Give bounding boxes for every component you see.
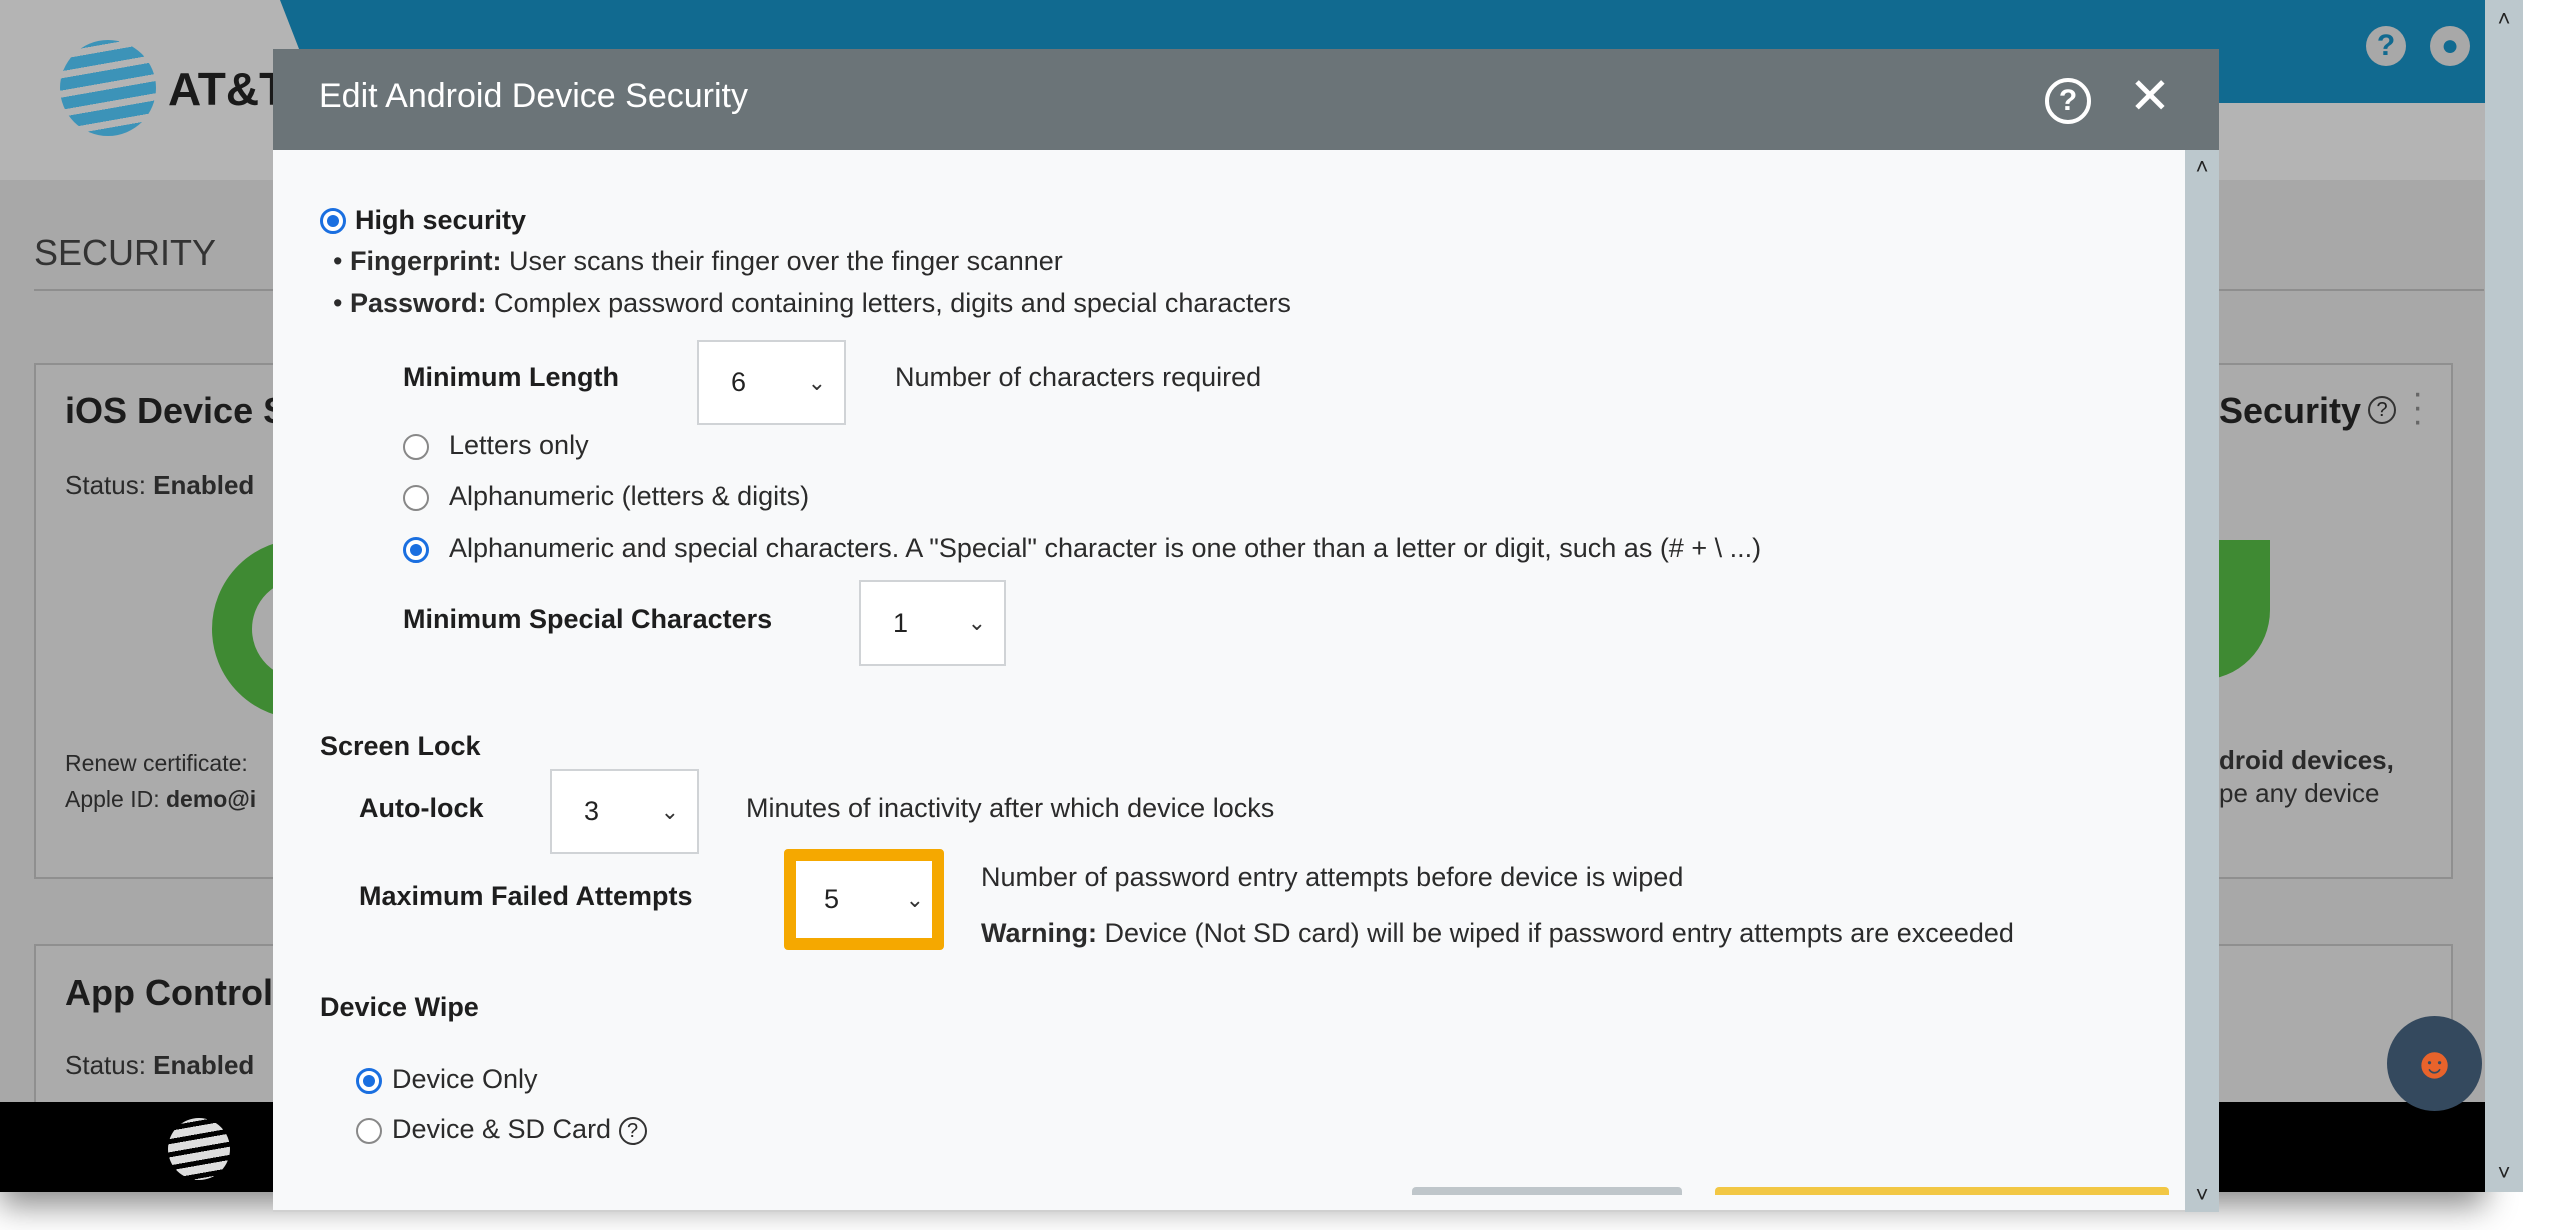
android-card-text-2: pe any device — [2219, 778, 2380, 808]
footer-att-logo — [168, 1118, 230, 1180]
cancel-button[interactable] — [1412, 1187, 1682, 1195]
max-failed-attempts-select[interactable]: 5 ⌄ — [784, 849, 944, 950]
high-security-radio[interactable] — [320, 208, 346, 234]
status-value: Enabled — [153, 1050, 255, 1080]
chevron-down-icon: ⌄ — [905, 886, 924, 912]
screen-lock-heading: Screen Lock — [320, 731, 481, 761]
scroll-down-icon[interactable]: ˅ — [2185, 1182, 2219, 1208]
android-card-title: Security — [2219, 390, 2362, 431]
max-failed-attempts-label: Maximum Failed Attempts — [359, 881, 693, 911]
device-sd-card-label: Device & SD Card — [392, 1114, 612, 1144]
device-only-radio[interactable] — [356, 1068, 382, 1094]
renew-certificate-label: Renew certificate: — [65, 750, 248, 776]
dialog-header: Edit Android Device Security ? ✕ — [273, 49, 2219, 150]
save-button[interactable] — [1715, 1187, 2169, 1195]
auto-lock-hint: Minutes of inactivity after which device… — [746, 793, 1275, 823]
warning-text: Device (Not SD card) will be wiped if pa… — [1104, 918, 2014, 948]
scroll-up-icon[interactable]: ˄ — [2185, 154, 2219, 180]
alphanumeric-label: Alphanumeric (letters & digits) — [449, 481, 810, 511]
auto-lock-label: Auto-lock — [359, 793, 484, 823]
close-icon[interactable]: ✕ — [2129, 67, 2171, 125]
letters-only-radio[interactable] — [403, 434, 429, 460]
help-icon[interactable]: ? — [618, 1116, 647, 1145]
device-only-label: Device Only — [392, 1064, 538, 1094]
selected-value: 6 — [731, 367, 747, 397]
att-globe-logo — [60, 40, 156, 136]
page-title: SECURITY — [34, 232, 217, 273]
fingerprint-text: User scans their finger over the finger … — [508, 246, 1063, 276]
warning-label: Warning: — [981, 918, 1097, 948]
device-wipe-heading: Device Wipe — [320, 992, 479, 1022]
dialog-title: Edit Android Device Security — [319, 77, 748, 115]
auto-lock-select[interactable]: 3 ⌄ — [550, 769, 699, 854]
bullet: • — [333, 246, 350, 276]
fingerprint-label: Fingerprint: — [349, 246, 502, 276]
android-card-text: droid devices, — [2219, 745, 2394, 775]
chevron-down-icon: ⌄ — [807, 369, 826, 395]
high-security-label: High security — [355, 205, 527, 235]
device-sd-card-radio[interactable] — [356, 1118, 382, 1144]
app-control-title: App Control — [65, 972, 273, 1013]
chevron-down-icon: ⌄ — [967, 610, 986, 635]
alphanumeric-special-label: Alphanumeric and special characters. A "… — [449, 533, 1762, 563]
bullet: • — [333, 288, 350, 318]
more-options-icon[interactable]: · · · — [2412, 376, 2423, 438]
selected-value: 3 — [584, 796, 600, 826]
password-text: Complex password containing letters, dig… — [494, 288, 1291, 318]
dialog-scrollbar[interactable]: ˄ ˅ — [2185, 150, 2219, 1212]
minimum-length-label: Minimum Length — [403, 362, 619, 392]
edit-android-security-dialog: Edit Android Device Security ? ✕ High se… — [273, 49, 2219, 1212]
status-label: Status: — [65, 470, 146, 500]
chevron-down-icon: ⌄ — [660, 798, 679, 824]
chat-assistant-avatar[interactable]: ☻ — [2387, 1016, 2482, 1111]
max-failed-hint: Number of password entry attempts before… — [981, 862, 1684, 892]
user-account-icon[interactable]: ● — [2430, 26, 2470, 66]
apple-id-value: demo@i — [166, 786, 257, 812]
scroll-down-icon[interactable]: ˅ — [2485, 1160, 2523, 1186]
status-label: Status: — [65, 1050, 146, 1080]
minimum-special-label: Minimum Special Characters — [403, 604, 773, 634]
apple-id-label: Apple ID: — [65, 786, 160, 812]
minimum-special-select[interactable]: 1 ⌄ — [859, 580, 1006, 666]
help-icon[interactable]: ? — [2368, 396, 2396, 424]
scroll-up-icon[interactable]: ˄ — [2485, 6, 2523, 32]
minimum-length-hint: Number of characters required — [895, 362, 1262, 392]
password-label: Password: — [349, 288, 487, 318]
brand-logo-text: AT&T — [168, 63, 288, 115]
status-value: Enabled — [153, 470, 255, 500]
dialog-body: High security • Fingerprint: User scans … — [273, 150, 2185, 1212]
help-icon[interactable]: ? — [2045, 78, 2091, 124]
selected-value: 1 — [893, 607, 909, 638]
alphanumeric-special-radio[interactable] — [403, 537, 429, 563]
help-icon[interactable]: ? — [2366, 26, 2406, 66]
selected-value: 5 — [824, 884, 840, 914]
letters-only-label: Letters only — [449, 430, 589, 460]
ios-card-title: iOS Device S — [65, 390, 288, 431]
alphanumeric-radio[interactable] — [403, 485, 429, 511]
page-scrollbar[interactable]: ˄ ˅ — [2485, 0, 2523, 1192]
minimum-length-select[interactable]: 6 ⌄ — [697, 340, 846, 425]
